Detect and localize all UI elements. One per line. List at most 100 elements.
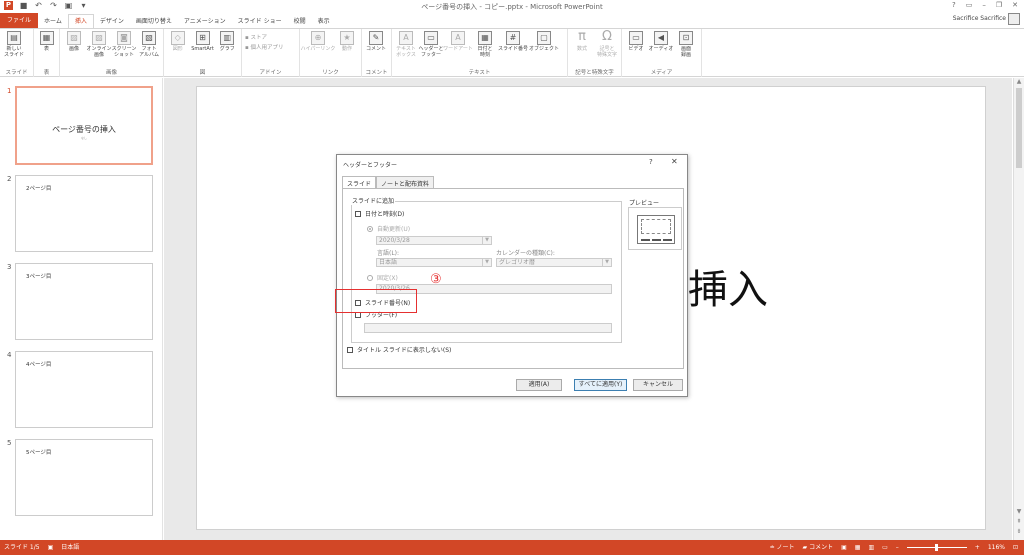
auto-date-select: 2020/3/28 ▼ — [376, 236, 492, 245]
auto-update-radio — [367, 225, 373, 232]
tab-file[interactable]: ファイル — [0, 13, 39, 28]
avatar[interactable] — [1008, 13, 1020, 25]
screen-recording-icon: ⊡ — [679, 31, 693, 45]
new-slide-icon: ▤ — [7, 31, 21, 45]
tab-review[interactable]: 校閲 — [288, 15, 312, 28]
dialog-body: スライドに追加 日付と時刻(D) 自動更新(U) 2020/3/28 ▼ 言語(… — [342, 188, 684, 369]
speaker-icon: ◀ — [654, 31, 668, 45]
group-links: ⊕ ハイパーリンク ★ 動作 リンク — [300, 29, 362, 77]
group-apps: ▪ ストア ▪ 個人用アプリ アドイン — [242, 29, 300, 77]
store-button[interactable]: ▪ ストア — [245, 33, 284, 41]
close-icon[interactable]: ✕ — [1012, 1, 1018, 9]
group-label: スライドに追加 — [351, 196, 396, 205]
chevron-down-icon: ▼ — [602, 259, 611, 266]
include-on-slide-group — [351, 201, 622, 343]
spellcheck-icon[interactable]: ▣ — [48, 540, 54, 555]
comments-button[interactable]: ▰ コメント — [803, 540, 834, 555]
comment-icon: ✎ — [369, 31, 383, 45]
chart-icon: ▥ — [220, 31, 235, 45]
previous-slide-icon[interactable]: ⇞ — [1015, 518, 1023, 525]
thumbnail-subtitle: なし — [80, 136, 87, 140]
user-name[interactable]: Sacrifice Sacrifice — [953, 15, 1006, 22]
group-tables: ▦ 表 表 — [34, 29, 60, 77]
zoom-in-icon[interactable]: + — [975, 540, 980, 555]
normal-view-icon[interactable]: ▣ — [841, 540, 847, 555]
tab-animations[interactable]: アニメーション — [178, 15, 232, 28]
slide-title-text[interactable]: 挿入 — [688, 257, 768, 315]
zoom-slider-knob[interactable] — [934, 544, 938, 551]
scroll-up-icon[interactable]: ▲ — [1015, 78, 1023, 85]
preview-box — [628, 207, 682, 250]
slideshow-view-icon[interactable]: ▭ — [882, 540, 888, 555]
slide-position: スライド 1/5 — [4, 544, 40, 551]
group-media: ▭ ビデオ ◀ オーディオ ⊡ 画面 録画 メディア — [622, 29, 702, 77]
scroll-down-icon[interactable]: ▼ — [1015, 508, 1023, 515]
language-status[interactable]: 日本語 — [61, 540, 79, 555]
textbox-icon: A — [399, 31, 413, 45]
notes-button[interactable]: ≐ ノート — [770, 540, 795, 555]
vertical-scrollbar[interactable]: ▲ ▼ ⇞ ⇟ — [1013, 78, 1024, 540]
datetime-checkbox-row[interactable]: 日付と時刻(D) — [355, 209, 404, 218]
zoom-out-icon[interactable]: – — [896, 540, 899, 555]
dialog-help-icon[interactable]: ? — [649, 158, 653, 166]
slide-thumbnail-4[interactable]: 4ページ目 — [15, 351, 153, 428]
thumbnail-number: 5 — [7, 439, 12, 447]
datetime-checkbox[interactable] — [355, 210, 361, 217]
window-title: ページ番号の挿入 - コピー.pptx - Microsoft PowerPoi… — [421, 3, 603, 11]
my-apps-button[interactable]: ▪ 個人用アプリ — [245, 43, 284, 51]
apply-all-button[interactable]: すべてに適用(Y) — [574, 379, 627, 391]
restore-icon[interactable]: ❐ — [996, 1, 1002, 9]
thumbnail-title: ページ番号の挿入 — [52, 125, 116, 134]
dialog-close-icon[interactable]: ✕ — [671, 157, 678, 166]
pi-icon: π — [578, 29, 586, 44]
reading-view-icon[interactable]: ▥ — [868, 540, 874, 555]
next-slide-icon[interactable]: ⇟ — [1015, 528, 1023, 535]
slide-number-icon: # — [506, 31, 520, 45]
tab-home[interactable]: ホーム — [38, 15, 68, 28]
slide-thumbnail-2[interactable]: 2ページ目 — [15, 175, 153, 252]
tab-view[interactable]: 表示 — [312, 15, 336, 28]
tab-notes-handouts[interactable]: ノートと配布資料 — [376, 176, 435, 188]
no-title-slide-checkbox-row[interactable]: タイトル スライドに表示しない(S) — [347, 345, 451, 354]
group-slides: ▤ 新しい スライド スライド — [0, 29, 34, 77]
thumbnail-number: 1 — [7, 87, 12, 95]
slide-thumbnail-1[interactable]: ページ番号の挿入 なし — [15, 86, 153, 165]
preview-footer-center — [652, 239, 661, 241]
thumbnail-number: 3 — [7, 263, 12, 271]
fit-to-window-icon[interactable]: ⊡ — [1013, 540, 1018, 555]
preview-footer-left — [641, 239, 650, 241]
apply-button[interactable]: 適用(A) — [516, 379, 562, 391]
slide-thumbnail-panel[interactable]: 1 ページ番号の挿入 なし 2 2ページ目 3 3ページ目 4 4ページ目 5 … — [0, 78, 163, 540]
scroll-thumb[interactable] — [1016, 88, 1022, 168]
zoom-level[interactable]: 116% — [988, 540, 1005, 555]
help-icon[interactable]: ? — [952, 1, 956, 9]
annotation-highlight-box — [335, 289, 417, 313]
no-title-slide-checkbox[interactable] — [347, 346, 353, 353]
slide-sorter-icon[interactable]: ▦ — [855, 540, 861, 555]
tab-insert[interactable]: 挿入 — [67, 14, 94, 28]
preview-placeholder — [641, 219, 671, 234]
status-bar: スライド 1/5 ▣ 日本語 ≐ ノート ▰ コメント ▣ ▦ ▥ ▭ – + … — [0, 540, 1024, 555]
preview-label: プレビュー — [629, 200, 660, 207]
slide-thumbnail-3[interactable]: 3ページ目 — [15, 263, 153, 340]
minimize-icon[interactable]: – — [982, 1, 986, 9]
table-icon: ▦ — [39, 31, 54, 45]
zoom-slider[interactable] — [906, 544, 967, 551]
dialog-title: ヘッダーとフッター — [343, 162, 398, 169]
language-label: 言語(L): — [377, 250, 400, 257]
group-text: A テキスト ボックス ▭ ヘッダーと フッター A ワードアート ▦ 日付と … — [392, 29, 568, 77]
tab-transitions[interactable]: 画面切り替え — [130, 15, 178, 28]
photo-album-icon: ▧ — [142, 31, 156, 45]
slide-thumbnail-5[interactable]: 5ページ目 — [15, 439, 153, 516]
image-icon: ▨ — [67, 31, 81, 45]
action-icon: ★ — [340, 31, 354, 45]
footer-text-field — [364, 323, 612, 333]
ribbon-tabs: ファイル ホーム 挿入 デザイン 画面切り替え アニメーション スライド ショー… — [0, 13, 1024, 28]
cancel-button[interactable]: キャンセル — [633, 379, 683, 391]
video-icon: ▭ — [629, 31, 643, 45]
tab-slide[interactable]: スライド — [342, 176, 377, 188]
ribbon-display-icon[interactable]: ▭ — [966, 1, 973, 9]
tab-design[interactable]: デザイン — [94, 15, 130, 28]
group-symbols: π 数式 Ω 記号と 特殊文字 記号と特殊文字 — [568, 29, 622, 77]
tab-slideshow[interactable]: スライド ショー — [232, 15, 288, 28]
